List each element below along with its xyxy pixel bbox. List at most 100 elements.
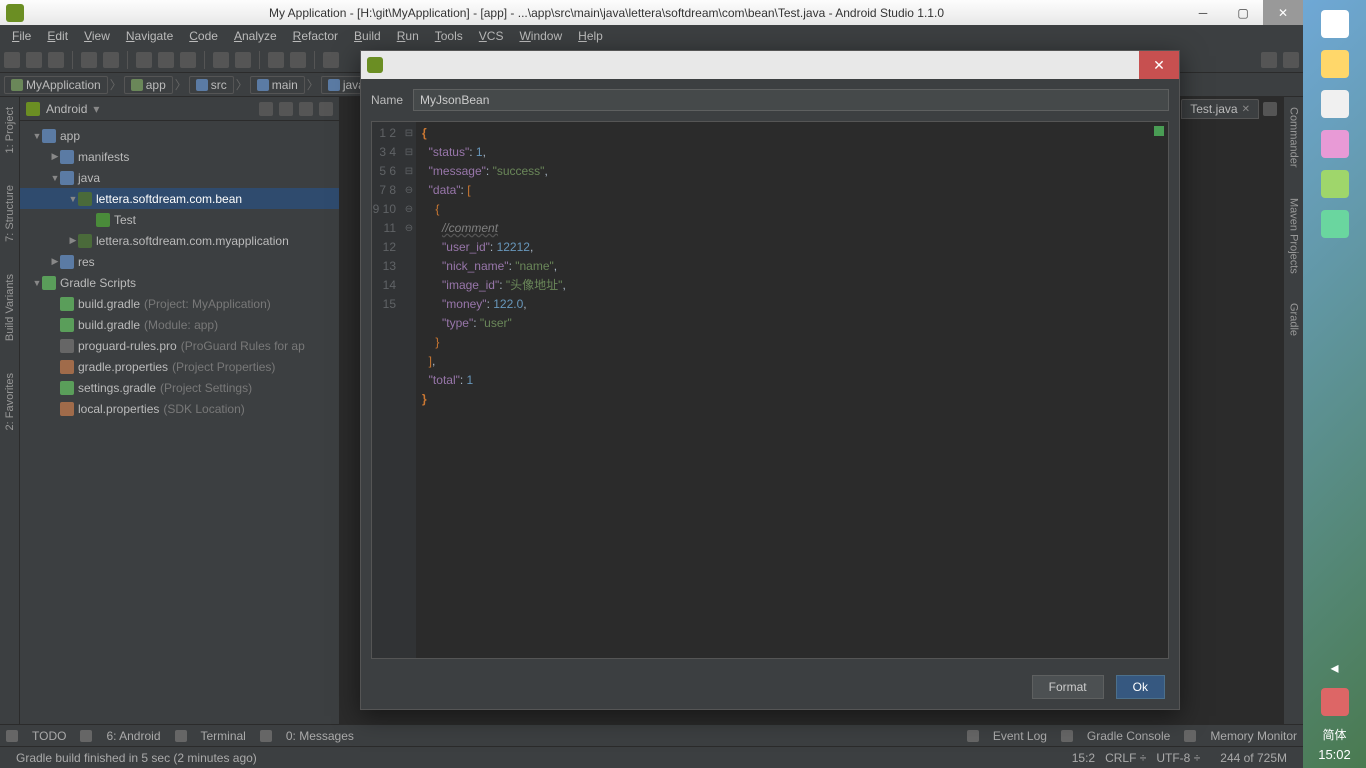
menu-window[interactable]: Window — [511, 29, 570, 43]
tab-test-java[interactable]: Test.java ✕ — [1181, 99, 1259, 119]
taskbar-explorer[interactable] — [1311, 44, 1359, 84]
tree-node[interactable]: Test — [20, 209, 339, 230]
left-tab-build-variants[interactable]: Build Variants — [3, 268, 17, 347]
eventlog-tab[interactable]: Event Log — [993, 729, 1047, 743]
right-tab-gradle[interactable]: Gradle — [1287, 297, 1301, 342]
hide-icon[interactable] — [319, 102, 333, 116]
tree-node[interactable]: local.properties(SDK Location) — [20, 398, 339, 419]
settings-icon[interactable] — [1283, 52, 1299, 68]
tree-node[interactable]: ▼java — [20, 167, 339, 188]
paste-icon[interactable] — [180, 52, 196, 68]
language-indicator[interactable]: 简体 — [1322, 726, 1346, 743]
maximize-button[interactable]: ▢ — [1223, 0, 1263, 25]
encoding[interactable]: UTF-8 ÷ — [1156, 751, 1200, 765]
android-tab[interactable]: 6: Android — [106, 729, 160, 743]
tree-node[interactable]: settings.gradle(Project Settings) — [20, 377, 339, 398]
project-panel-header[interactable]: Android ▾ — [20, 97, 339, 121]
taskbar-app6[interactable] — [1311, 204, 1359, 244]
taskbar-chrome[interactable] — [1311, 84, 1359, 124]
format-button[interactable]: Format — [1032, 675, 1104, 699]
menu-file[interactable]: File — [4, 29, 39, 43]
tree-node[interactable]: build.gradle(Project: MyApplication) — [20, 293, 339, 314]
open-icon[interactable] — [4, 52, 20, 68]
breadcrumb-app[interactable]: app — [124, 76, 173, 94]
back-icon[interactable] — [268, 52, 284, 68]
menu-refactor[interactable]: Refactor — [285, 29, 346, 43]
terminal-tab[interactable]: Terminal — [201, 729, 246, 743]
breadcrumb-myapplication[interactable]: MyApplication — [4, 76, 108, 94]
tree-node[interactable]: ▶lettera.softdream.com.myapplication — [20, 230, 339, 251]
ok-button[interactable]: Ok — [1116, 675, 1165, 699]
dialog-titlebar[interactable]: ✕ — [361, 51, 1179, 79]
todo-tab[interactable]: TODO — [32, 729, 66, 743]
project-tree[interactable]: ▼app▶manifests▼java▼lettera.softdream.co… — [20, 121, 339, 724]
menu-build[interactable]: Build — [346, 29, 389, 43]
right-tab-maven-projects[interactable]: Maven Projects — [1287, 192, 1301, 280]
sync-icon[interactable] — [48, 52, 64, 68]
tree-node[interactable]: ▼Gradle Scripts — [20, 272, 339, 293]
right-tab-commander[interactable]: Commander — [1287, 101, 1301, 174]
left-tab-2--favorites[interactable]: 2: Favorites — [3, 367, 17, 436]
taskbar-android-studio[interactable] — [1311, 164, 1359, 204]
replace-icon[interactable] — [235, 52, 251, 68]
menu-run[interactable]: Run — [389, 29, 427, 43]
tray-app[interactable] — [1311, 682, 1359, 722]
gear-icon[interactable] — [299, 102, 313, 116]
project-selector[interactable]: Android — [46, 102, 87, 116]
menu-analyze[interactable]: Analyze — [226, 29, 285, 43]
caret-position[interactable]: 15:2 — [1072, 751, 1095, 765]
json-editor[interactable]: 1 2 3 4 5 6 7 8 9 10 11 12 13 14 15 ⊟ ⊟ … — [371, 121, 1169, 659]
window-titlebar: My Application - [H:\git\MyApplication] … — [0, 0, 1303, 25]
tree-node[interactable]: ▶manifests — [20, 146, 339, 167]
menu-tools[interactable]: Tools — [427, 29, 471, 43]
tree-node[interactable]: ▶res — [20, 251, 339, 272]
memory-monitor-tab[interactable]: Memory Monitor — [1210, 729, 1297, 743]
dialog-close-button[interactable]: ✕ — [1139, 51, 1179, 79]
menu-navigate[interactable]: Navigate — [118, 29, 181, 43]
todo-icon — [6, 730, 18, 742]
line-ending[interactable]: CRLF ÷ — [1105, 751, 1146, 765]
memory-indicator[interactable]: 244 of 725M — [1220, 751, 1287, 765]
tab-close-icon[interactable]: ✕ — [1242, 104, 1250, 115]
target-icon[interactable] — [259, 102, 273, 116]
undo-icon[interactable] — [81, 52, 97, 68]
left-tab-7--structure[interactable]: 7: Structure — [3, 179, 17, 248]
name-input[interactable] — [413, 89, 1169, 111]
project-panel: Android ▾ ▼app▶manifests▼java▼lettera.so… — [20, 97, 340, 724]
left-tab-1--project[interactable]: 1: Project — [3, 101, 17, 159]
save-icon[interactable] — [26, 52, 42, 68]
cut-icon[interactable] — [136, 52, 152, 68]
tree-node[interactable]: gradle.properties(Project Properties) — [20, 356, 339, 377]
find-icon[interactable] — [213, 52, 229, 68]
menu-code[interactable]: Code — [181, 29, 226, 43]
menu-edit[interactable]: Edit — [39, 29, 76, 43]
gradle-console-tab[interactable]: Gradle Console — [1087, 729, 1170, 743]
tree-node[interactable]: build.gradle(Module: app) — [20, 314, 339, 335]
copy-icon[interactable] — [158, 52, 174, 68]
messages-tab[interactable]: 0: Messages — [286, 729, 354, 743]
search-icon[interactable] — [1261, 52, 1277, 68]
tree-node[interactable]: ▼lettera.softdream.com.bean — [20, 188, 339, 209]
tabs-menu-icon[interactable] — [1263, 102, 1277, 116]
tree-node[interactable]: ▼app — [20, 125, 339, 146]
status-message: Gradle build finished in 5 sec (2 minute… — [16, 751, 257, 765]
menu-help[interactable]: Help — [570, 29, 611, 43]
breadcrumb-src[interactable]: src — [189, 76, 234, 94]
tray-arrow-icon[interactable]: ◂ — [1303, 658, 1366, 678]
android-icon — [26, 102, 40, 116]
terminal-icon — [175, 730, 187, 742]
close-button[interactable]: ✕ — [1263, 0, 1303, 25]
menu-view[interactable]: View — [76, 29, 118, 43]
menu-vcs[interactable]: VCS — [471, 29, 512, 43]
taskbar-start[interactable] — [1311, 4, 1359, 44]
build-icon[interactable] — [323, 52, 339, 68]
minimize-button[interactable]: ─ — [1183, 0, 1223, 25]
android-tab-icon — [80, 730, 92, 742]
breadcrumb-main[interactable]: main — [250, 76, 305, 94]
forward-icon[interactable] — [290, 52, 306, 68]
taskbar-app4[interactable] — [1311, 124, 1359, 164]
redo-icon[interactable] — [103, 52, 119, 68]
tree-node[interactable]: proguard-rules.pro(ProGuard Rules for ap — [20, 335, 339, 356]
clock[interactable]: 15:02 — [1318, 747, 1351, 768]
collapse-icon[interactable] — [279, 102, 293, 116]
